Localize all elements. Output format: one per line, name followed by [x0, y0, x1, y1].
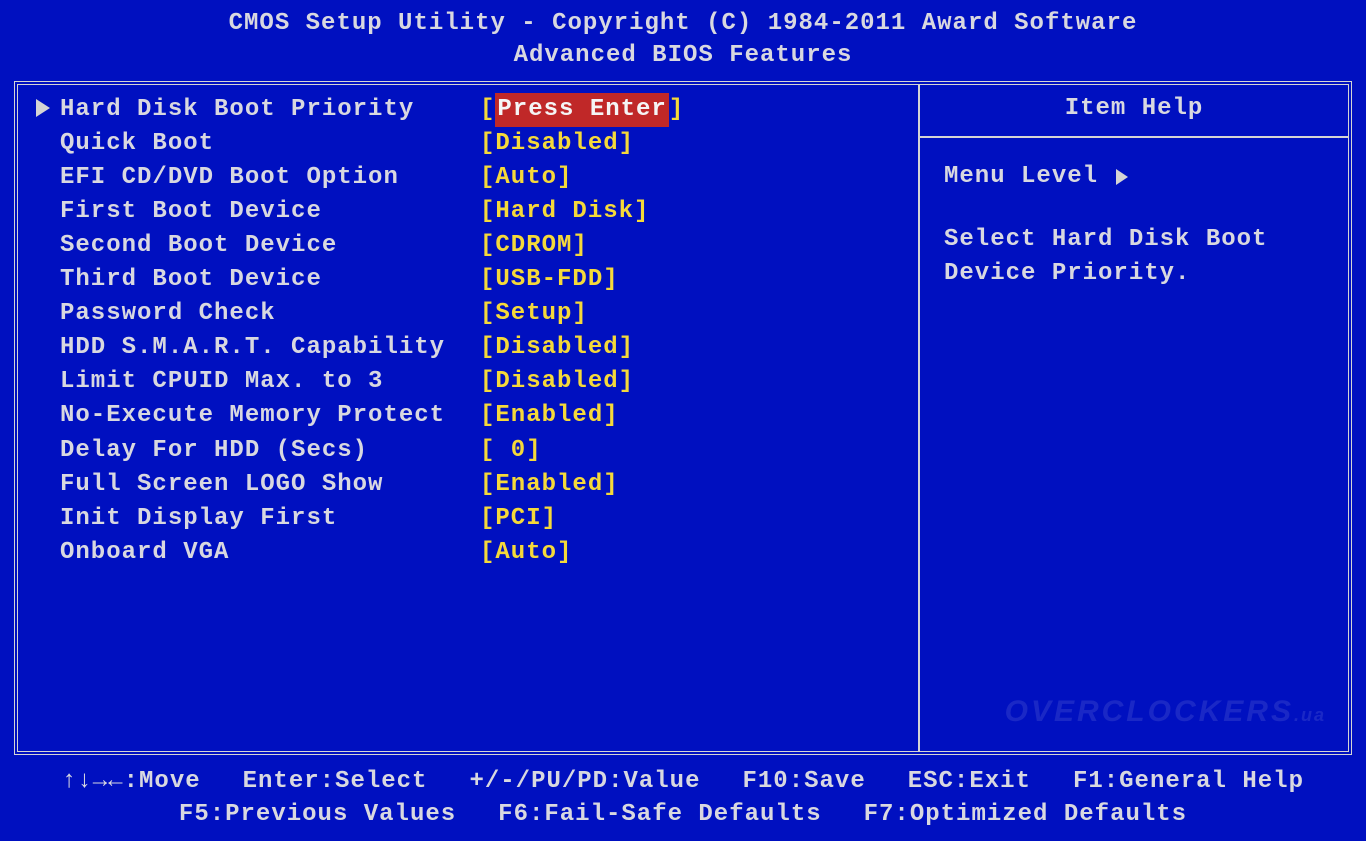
help-text: Select Hard Disk Boot Device Priority. [944, 223, 1330, 293]
setting-value[interactable]: PCI [495, 502, 541, 536]
bracket-close: ] [603, 263, 618, 297]
setting-value[interactable]: Enabled [495, 468, 603, 502]
main-frame: Hard Disk Boot Priority[Press Enter]Quic… [14, 81, 1352, 755]
setting-row[interactable]: Password Check[Setup] [26, 297, 910, 331]
setting-label: HDD S.M.A.R.T. Capability [60, 331, 480, 365]
hint-optimized: F7:Optimized Defaults [864, 798, 1187, 831]
menu-level-label: Menu Level [944, 160, 1098, 195]
setting-row[interactable]: Second Boot Device[CDROM] [26, 229, 910, 263]
bracket-close: ] [669, 93, 684, 127]
setting-label: No-Execute Memory Protect [60, 399, 480, 433]
bracket-open: [ [480, 229, 495, 263]
setting-value[interactable]: Setup [495, 297, 572, 331]
bracket-open: [ [480, 161, 495, 195]
settings-pane: Hard Disk Boot Priority[Press Enter]Quic… [18, 85, 920, 751]
setting-value[interactable]: 0 [495, 434, 526, 468]
setting-row[interactable]: Delay For HDD (Secs)[ 0] [26, 434, 910, 468]
bracket-open: [ [480, 93, 495, 127]
setting-row[interactable]: Onboard VGA[Auto] [26, 536, 910, 570]
setting-value[interactable]: Hard Disk [495, 195, 634, 229]
hint-exit: ESC:Exit [908, 765, 1031, 798]
bracket-close: ] [557, 161, 572, 195]
hint-move: ↑↓→←:Move [62, 765, 201, 798]
setting-value[interactable]: Auto [495, 536, 557, 570]
bracket-close: ] [619, 365, 634, 399]
setting-row[interactable]: HDD S.M.A.R.T. Capability[Disabled] [26, 331, 910, 365]
bracket-close: ] [542, 502, 557, 536]
header-line-2: Advanced BIOS Features [0, 40, 1366, 72]
hint-select: Enter:Select [243, 765, 428, 798]
hint-failsafe: F6:Fail-Safe Defaults [498, 798, 821, 831]
setting-label: Password Check [60, 297, 480, 331]
bracket-close: ] [619, 331, 634, 365]
setting-label: Delay For HDD (Secs) [60, 434, 480, 468]
bracket-open: [ [480, 468, 495, 502]
key-legend: ↑↓→←:Move Enter:Select +/-/PU/PD:Value F… [0, 765, 1366, 831]
setting-value[interactable]: Disabled [495, 331, 618, 365]
setting-row[interactable]: EFI CD/DVD Boot Option[Auto] [26, 161, 910, 195]
bracket-open: [ [480, 127, 495, 161]
bracket-open: [ [480, 297, 495, 331]
help-body: Menu Level Select Hard Disk Boot Device … [920, 138, 1348, 300]
bracket-open: [ [480, 263, 495, 297]
bracket-open: [ [480, 365, 495, 399]
setting-value[interactable]: Enabled [495, 399, 603, 433]
setting-row[interactable]: Init Display First[PCI] [26, 502, 910, 536]
bracket-close: ] [572, 229, 587, 263]
setting-row[interactable]: No-Execute Memory Protect[Enabled] [26, 399, 910, 433]
setting-label: Onboard VGA [60, 536, 480, 570]
hint-value: +/-/PU/PD:Value [469, 765, 700, 798]
hint-help: F1:General Help [1073, 765, 1304, 798]
bios-header: CMOS Setup Utility - Copyright (C) 1984-… [0, 0, 1366, 77]
help-title: Item Help [920, 85, 1348, 138]
setting-label: Init Display First [60, 502, 480, 536]
setting-row[interactable]: First Boot Device[Hard Disk] [26, 195, 910, 229]
bracket-open: [ [480, 502, 495, 536]
setting-label: Third Boot Device [60, 263, 480, 297]
setting-label: Full Screen LOGO Show [60, 468, 480, 502]
bracket-open: [ [480, 536, 495, 570]
setting-label: Quick Boot [60, 127, 480, 161]
setting-value[interactable]: CDROM [495, 229, 572, 263]
setting-row[interactable]: Third Boot Device[USB-FDD] [26, 263, 910, 297]
bracket-close: ] [526, 434, 541, 468]
key-legend-line-2: F5:Previous Values F6:Fail-Safe Defaults… [0, 798, 1366, 831]
setting-value[interactable]: Disabled [495, 365, 618, 399]
menu-level-arrow-icon [1116, 169, 1128, 185]
setting-label: Limit CPUID Max. to 3 [60, 365, 480, 399]
bracket-close: ] [603, 399, 618, 433]
key-legend-line-1: ↑↓→←:Move Enter:Select +/-/PU/PD:Value F… [0, 765, 1366, 798]
setting-label: Hard Disk Boot Priority [60, 93, 480, 127]
setting-value[interactable]: Press Enter [495, 93, 668, 127]
menu-level-row: Menu Level [944, 160, 1330, 195]
setting-row[interactable]: Quick Boot[Disabled] [26, 127, 910, 161]
setting-value[interactable]: Auto [495, 161, 557, 195]
setting-label: Second Boot Device [60, 229, 480, 263]
setting-row[interactable]: Limit CPUID Max. to 3[Disabled] [26, 365, 910, 399]
setting-label: EFI CD/DVD Boot Option [60, 161, 480, 195]
setting-row[interactable]: Hard Disk Boot Priority[Press Enter] [26, 93, 910, 127]
bracket-close: ] [572, 297, 587, 331]
header-line-1: CMOS Setup Utility - Copyright (C) 1984-… [0, 8, 1366, 40]
bracket-close: ] [634, 195, 649, 229]
bracket-close: ] [603, 468, 618, 502]
bracket-open: [ [480, 434, 495, 468]
bracket-open: [ [480, 331, 495, 365]
bracket-open: [ [480, 399, 495, 433]
setting-value[interactable]: Disabled [495, 127, 618, 161]
setting-row[interactable]: Full Screen LOGO Show[Enabled] [26, 468, 910, 502]
bracket-open: [ [480, 195, 495, 229]
setting-value[interactable]: USB-FDD [495, 263, 603, 297]
bracket-close: ] [619, 127, 634, 161]
bracket-close: ] [557, 536, 572, 570]
hint-previous: F5:Previous Values [179, 798, 456, 831]
selection-cursor-icon [26, 93, 60, 127]
setting-label: First Boot Device [60, 195, 480, 229]
hint-save: F10:Save [743, 765, 866, 798]
help-pane: Item Help Menu Level Select Hard Disk Bo… [920, 85, 1348, 751]
